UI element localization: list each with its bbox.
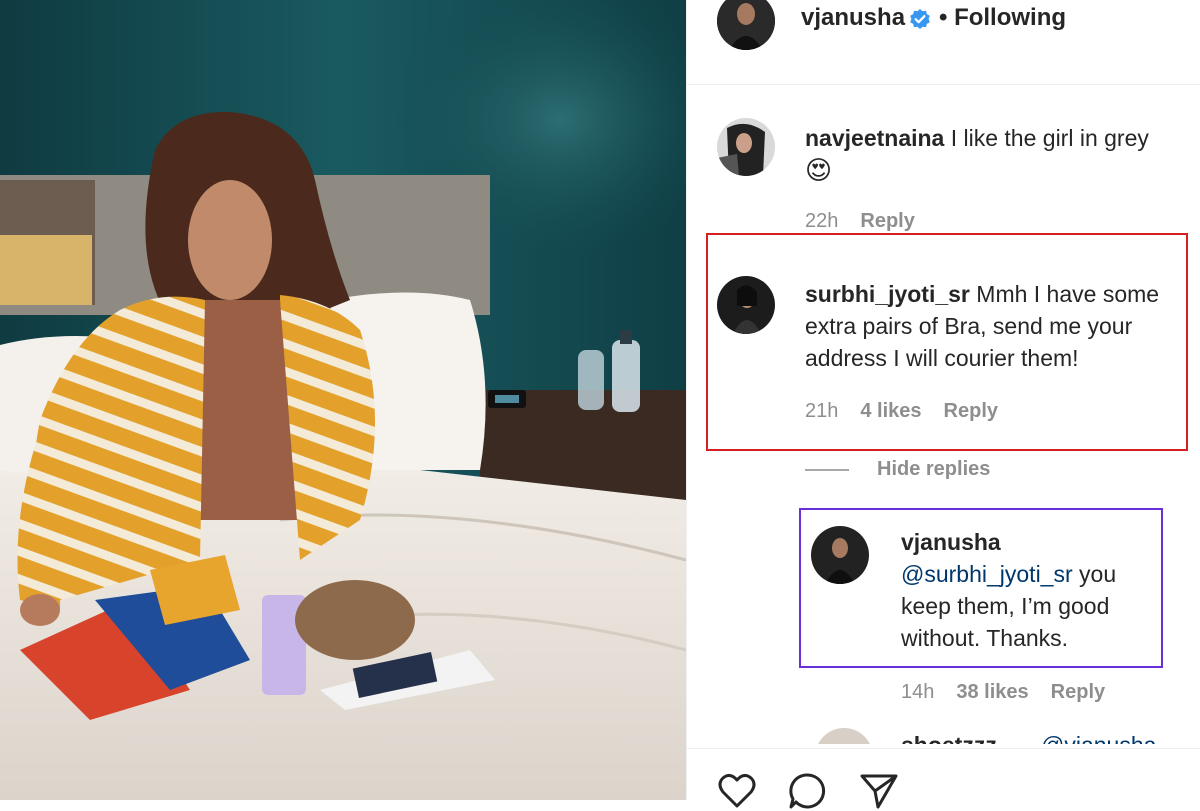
comment-mention-link[interactable]: @vjanusha	[1041, 732, 1156, 744]
comment-body: navjeetnaina I like the girl in grey 😍	[805, 122, 1185, 187]
commenter-avatar[interactable]	[717, 118, 775, 176]
hide-replies-toggle[interactable]: Hide replies	[805, 458, 990, 481]
comment-time[interactable]: 22h	[805, 210, 838, 233]
commenter-avatar[interactable]	[815, 728, 873, 744]
highlight-box-reply	[799, 508, 1163, 668]
author-username[interactable]: vjanusha	[801, 4, 905, 32]
post-photo-illustration	[0, 0, 686, 800]
reply-meta: 14h 38 likes Reply	[901, 681, 1105, 704]
comment-meta: 22h Reply	[805, 210, 915, 233]
comment-username[interactable]: navjeetnaina	[805, 125, 944, 151]
verified-badge-icon	[910, 9, 930, 29]
author-avatar[interactable]	[717, 0, 775, 50]
reply-button[interactable]: Reply	[860, 210, 914, 233]
replies-divider-line	[805, 468, 849, 471]
comment-username[interactable]: shoetzzz	[901, 732, 997, 744]
reply-time[interactable]: 14h	[901, 681, 934, 704]
post-action-bar	[687, 748, 1200, 809]
comment-icon[interactable]	[787, 771, 827, 811]
emoji-heart-eyes: 😍	[805, 155, 833, 185]
following-status-button[interactable]: • Following	[939, 4, 1066, 32]
share-icon[interactable]	[859, 771, 899, 811]
comment-text: I like the girl in grey	[950, 125, 1149, 151]
hide-replies-label[interactable]: Hide replies	[877, 458, 990, 481]
post-photo[interactable]	[0, 0, 686, 800]
partial-comment: shoetzzz @vjanusha	[805, 722, 1200, 744]
reply-button[interactable]: Reply	[1051, 681, 1105, 704]
reply-likes[interactable]: 38 likes	[956, 681, 1028, 704]
highlight-box-comment	[706, 233, 1188, 451]
post-header: vjanusha • Following	[687, 0, 1200, 85]
heart-icon[interactable]	[717, 771, 757, 811]
